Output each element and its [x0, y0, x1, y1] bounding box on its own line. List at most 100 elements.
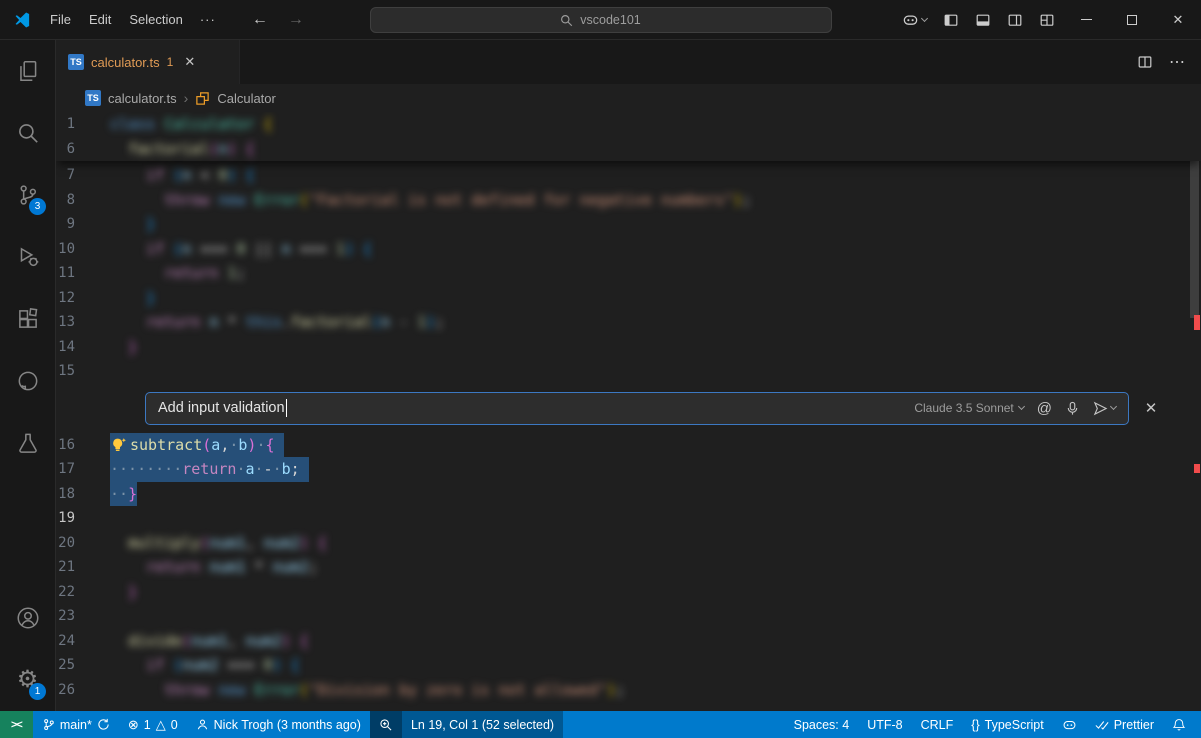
toggle-secondary-sidebar-icon[interactable]: [999, 5, 1031, 35]
code-text[interactable]: [110, 506, 1201, 531]
code-text[interactable]: }: [110, 212, 1201, 237]
code-line: 14 }: [56, 335, 1201, 360]
menu-edit[interactable]: Edit: [80, 9, 120, 30]
sidebar-item-search[interactable]: [0, 102, 55, 164]
minimize-button[interactable]: [1063, 0, 1109, 39]
code-text[interactable]: if (num2 === 0) {: [110, 653, 1201, 678]
inline-chat-widget: Add input validation Claude 3.5 Sonnet @: [56, 384, 1201, 433]
customize-layout-icon[interactable]: [1031, 5, 1063, 35]
copilot-lightbulb-icon[interactable]: [110, 433, 130, 458]
code-line: 12 }: [56, 286, 1201, 311]
line-number: 11: [56, 261, 110, 286]
sidebar-item-run-debug[interactable]: [0, 226, 55, 288]
code-text[interactable]: [110, 604, 1201, 629]
breadcrumb-symbol[interactable]: Calculator: [217, 91, 276, 106]
code-editor[interactable]: 1class Calculator {6 factorial(n) { 7 if…: [56, 112, 1201, 711]
notifications-status[interactable]: [1163, 711, 1195, 738]
split-editor-icon[interactable]: [1137, 54, 1153, 70]
code-text[interactable]: if (n === 0 || n === 1) {: [110, 237, 1201, 262]
warning-icon: △: [156, 718, 166, 731]
code-line: 24 divide(num1, num2) {: [56, 629, 1201, 654]
code-text[interactable]: return 1;: [110, 261, 1201, 286]
model-picker[interactable]: Claude 3.5 Sonnet: [914, 401, 1023, 415]
scrollbar-thumb[interactable]: [1190, 150, 1199, 318]
sidebar-item-testing[interactable]: [0, 412, 55, 474]
inline-chat-close-icon[interactable]: ✕: [1141, 399, 1161, 417]
attach-context-icon[interactable]: @: [1037, 400, 1052, 417]
menu-file[interactable]: File: [41, 9, 80, 30]
branch-status[interactable]: main*: [33, 711, 119, 738]
toggle-primary-sidebar-icon[interactable]: [935, 5, 967, 35]
code-text[interactable]: }: [110, 580, 1201, 605]
encoding-status[interactable]: UTF-8: [858, 711, 911, 738]
line-number: 24: [56, 629, 110, 654]
line-number: 1: [56, 112, 110, 137]
code-text[interactable]: return num1 * num2;: [110, 555, 1201, 580]
line-number: 18: [56, 482, 110, 507]
nav-forward-icon[interactable]: →: [288, 11, 304, 29]
problems-status[interactable]: ⊗ 1 △ 0: [119, 711, 187, 738]
symbol-class-icon: [195, 91, 210, 106]
model-name: Claude 3.5 Sonnet: [914, 401, 1013, 415]
zoom-status[interactable]: [370, 711, 402, 738]
language-status[interactable]: {} TypeScript: [962, 711, 1052, 738]
copilot-status[interactable]: [1053, 711, 1086, 738]
search-icon: [560, 14, 573, 27]
chevron-down-icon: [921, 14, 928, 21]
inline-chat-input[interactable]: Add input validation Claude 3.5 Sonnet @: [145, 392, 1129, 425]
code-text[interactable]: factorial(n) {: [110, 137, 1201, 162]
code-line: 22 }: [56, 580, 1201, 605]
maximize-button[interactable]: [1109, 0, 1155, 39]
sidebar-item-accounts[interactable]: [0, 587, 55, 649]
sidebar-item-source-control[interactable]: 3: [0, 164, 55, 226]
code-line: 26 throw new Error("Division by zero is …: [56, 678, 1201, 703]
code-text[interactable]: class Calculator {: [110, 112, 1201, 137]
code-text[interactable]: ··}: [110, 482, 1201, 507]
code-text[interactable]: divide(num1, num2) {: [110, 629, 1201, 654]
language-name: TypeScript: [985, 718, 1044, 732]
mic-icon[interactable]: [1065, 401, 1080, 416]
code-text[interactable]: if (n < 0) {: [110, 163, 1201, 188]
git-blame-status[interactable]: Nick Trogh (3 months ago): [187, 711, 370, 738]
typescript-file-icon: TS: [68, 54, 84, 70]
menu-more[interactable]: ···: [192, 9, 224, 30]
code-text[interactable]: return n * this.factorial(n - 1);: [110, 310, 1201, 335]
tab-bar: TS calculator.ts 1 ✕ ⋯: [56, 40, 1201, 84]
line-number: 6: [56, 137, 110, 162]
blame-text: Nick Trogh (3 months ago): [214, 718, 361, 732]
sidebar-item-settings[interactable]: ⚙ 1: [0, 649, 55, 711]
send-button[interactable]: [1093, 401, 1116, 416]
formatter-status[interactable]: Prettier: [1086, 711, 1163, 738]
code-text[interactable]: [110, 359, 1201, 384]
error-icon: ⊗: [128, 718, 139, 731]
tab-calculator-ts[interactable]: TS calculator.ts 1 ✕: [56, 40, 240, 84]
code-text[interactable]: throw new Error("Division by zero is not…: [110, 678, 1201, 703]
nav-back-icon[interactable]: ←: [252, 11, 268, 29]
command-center-search[interactable]: vscode101: [370, 7, 832, 33]
sidebar-item-github[interactable]: [0, 350, 55, 412]
toggle-panel-icon[interactable]: [967, 5, 999, 35]
eol-status[interactable]: CRLF: [912, 711, 963, 738]
copilot-menu-button[interactable]: [894, 5, 935, 35]
indentation-status[interactable]: Spaces: 4: [785, 711, 859, 738]
tab-close-icon[interactable]: ✕: [184, 54, 195, 70]
code-text[interactable]: subtract(a,·b)·{: [110, 433, 1201, 458]
explorer-icon: [15, 58, 41, 84]
code-text[interactable]: throw new Error("Factorial is not define…: [110, 188, 1201, 213]
code-text[interactable]: ········return·a·-·b;: [110, 457, 1201, 482]
code-line: 11 return 1;: [56, 261, 1201, 286]
remote-indicator[interactable]: ><: [0, 711, 33, 738]
breadcrumb-file[interactable]: calculator.ts: [108, 91, 177, 106]
sidebar-item-explorer[interactable]: [0, 40, 55, 102]
close-button[interactable]: ✕: [1155, 0, 1201, 39]
editor-more-actions-icon[interactable]: ⋯: [1169, 52, 1185, 72]
code-text[interactable]: }: [110, 286, 1201, 311]
text-cursor: [286, 399, 288, 417]
line-number: 17: [56, 457, 110, 482]
code-text[interactable]: }: [110, 335, 1201, 360]
sidebar-item-extensions[interactable]: [0, 288, 55, 350]
line-number: 13: [56, 310, 110, 335]
code-text[interactable]: multiply(num1, num2) {: [110, 531, 1201, 556]
cursor-position-status[interactable]: Ln 19, Col 1 (52 selected): [402, 711, 563, 738]
menu-selection[interactable]: Selection: [120, 9, 191, 30]
